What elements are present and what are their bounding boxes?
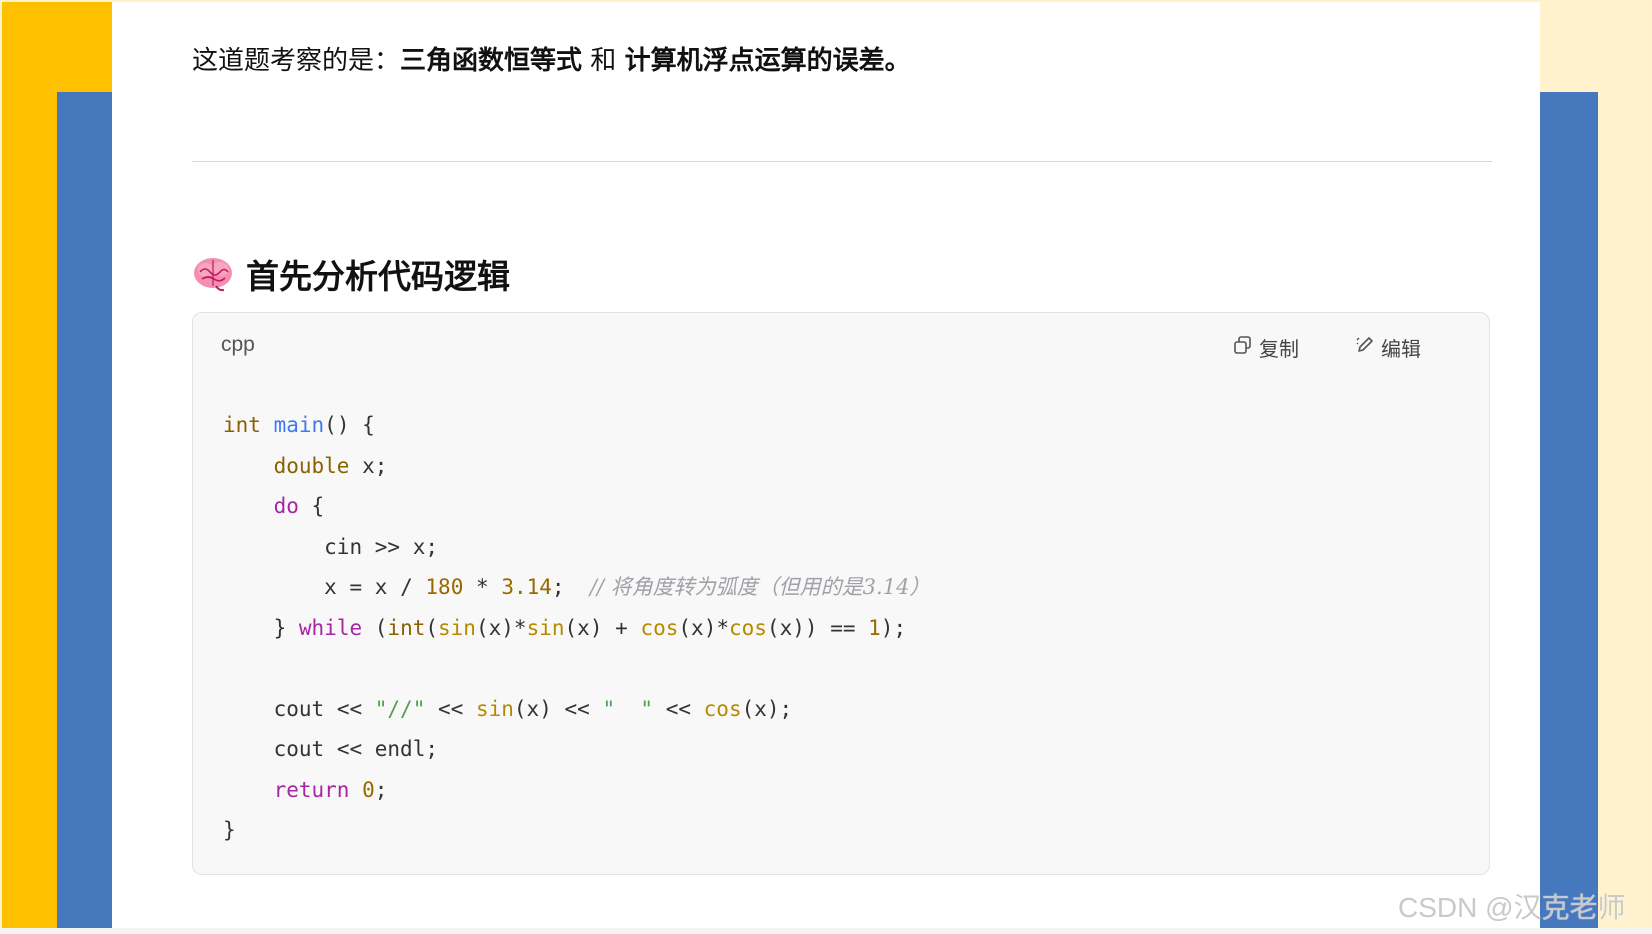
section-title: 首先分析代码逻辑 (246, 257, 510, 296)
code-line: do { (273, 494, 325, 518)
left-blue-band (57, 92, 112, 930)
code-line: cin >> x; (324, 534, 439, 559)
code-line: cout << endl; (273, 737, 438, 761)
edit-button[interactable]: 编辑 (1355, 333, 1421, 362)
code-line: cout << "//" << sin(x) << " " << cos(x); (273, 696, 793, 721)
code-block: cpp 复制 编辑 int main() { double x; do { ci… (192, 312, 1490, 875)
code-content: int main() { double x; do { cin >> x; x … (223, 405, 930, 851)
content-page: 这道题考察的是：三角函数恒等式 和 计算机浮点运算的误差。 首先分析代码逻辑 c… (112, 2, 1540, 928)
copy-label: 复制 (1259, 337, 1299, 361)
edit-icon (1355, 335, 1375, 360)
code-line: } (223, 818, 236, 842)
bottom-edge (0, 928, 1652, 934)
intro-connector: 和 (582, 46, 625, 76)
brain-icon (192, 254, 234, 294)
topic-float-error: 计算机浮点运算的误差。 (624, 46, 911, 76)
code-line: return 0; (273, 777, 388, 802)
copy-icon (1233, 335, 1253, 360)
code-line: x = x / 180 * 3.14; // 将角度转为弧度（但用的是3.14） (324, 575, 931, 599)
code-line: int main() { (223, 413, 375, 437)
copy-button[interactable]: 复制 (1233, 333, 1299, 362)
horizontal-rule (192, 161, 1492, 162)
watermark: CSDN @汉克老师 (1398, 892, 1626, 923)
code-line: double x; (273, 453, 388, 478)
code-line: } while (int(sin(x)*sin(x) + cos(x)*cos(… (273, 615, 907, 640)
section-heading: 首先分析代码逻辑 (192, 250, 510, 298)
code-language-label: cpp (221, 333, 255, 356)
right-blue-band (1540, 92, 1598, 930)
edit-label: 编辑 (1381, 337, 1421, 361)
intro-sentence: 这道题考察的是：三角函数恒等式 和 计算机浮点运算的误差。 (192, 40, 911, 77)
topic-trig-identity: 三角函数恒等式 (400, 46, 583, 76)
intro-prefix: 这道题考察的是： (192, 46, 401, 76)
